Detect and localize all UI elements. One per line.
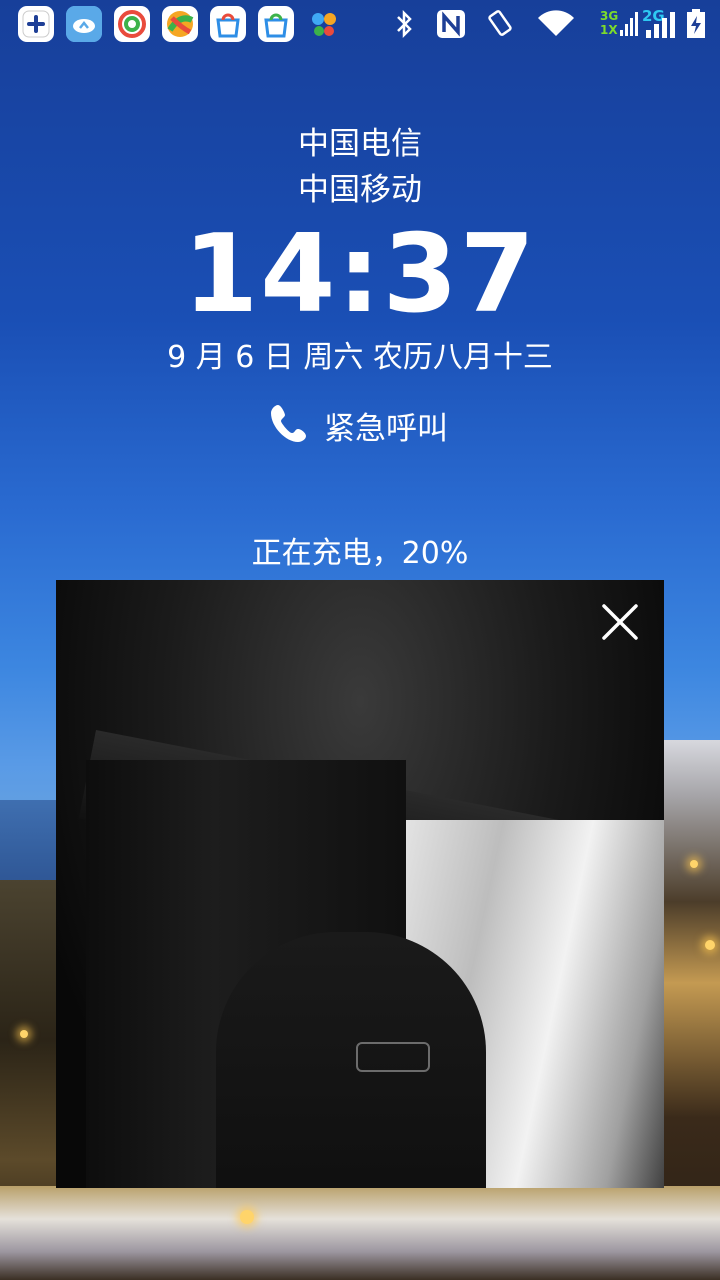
- emergency-call-label: 紧急呼叫: [324, 410, 448, 447]
- signal-2g: 2G: [640, 8, 680, 40]
- signal-3g-1x: 3G 1X: [600, 8, 640, 40]
- butterfly-app-icon[interactable]: [306, 6, 342, 42]
- close-icon[interactable]: [598, 600, 642, 644]
- camera-preview[interactable]: [56, 580, 664, 1188]
- wallpaper-light: [240, 1210, 254, 1224]
- nfc-icon: [434, 8, 468, 40]
- lock-date: 9 月 6 日 周六 农历八月十三: [167, 340, 553, 375]
- add-icon[interactable]: [18, 6, 54, 42]
- camera-person-silhouette: [216, 932, 486, 1188]
- color-ball-app-icon[interactable]: [162, 6, 198, 42]
- cloud-bag-icon[interactable]: [210, 6, 246, 42]
- swirl-app-icon[interactable]: [114, 6, 150, 42]
- rotation-icon: [484, 8, 516, 40]
- wallpaper-village: [0, 1186, 720, 1280]
- charging-status: 正在充电，20%: [251, 536, 469, 571]
- cloud-bag-alt-icon[interactable]: [258, 6, 294, 42]
- wallpaper-light: [705, 940, 715, 950]
- carrier-1: 中国电信: [298, 126, 422, 162]
- network-3g-label: 3G: [600, 9, 619, 23]
- phone-icon: [268, 401, 312, 449]
- carrier-2: 中国移动: [298, 172, 422, 208]
- network-1x-label: 1X: [600, 23, 618, 37]
- bluetooth-icon: [390, 8, 418, 40]
- wifi-icon: [534, 8, 578, 40]
- status-bar: 3G 1X 2G: [0, 0, 720, 50]
- battery-charging-icon: [684, 8, 708, 40]
- emergency-call-button[interactable]: 紧急呼叫: [268, 402, 448, 448]
- cloud-storage-icon[interactable]: [66, 6, 102, 42]
- camera-glasses: [356, 1042, 430, 1072]
- wallpaper-light: [690, 860, 698, 868]
- lock-clock: 14:37: [183, 212, 537, 337]
- wallpaper-light: [20, 1030, 28, 1038]
